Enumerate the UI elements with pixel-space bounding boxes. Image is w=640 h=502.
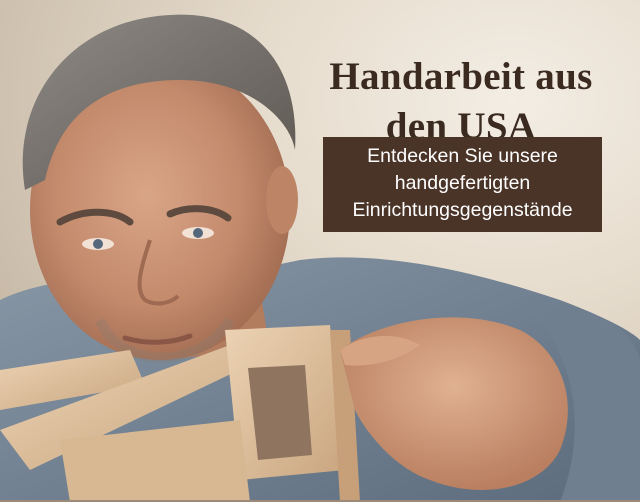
left-iris: [93, 239, 103, 249]
promo-banner[interactable]: Handarbeit aus den USA Entdecken Sie uns…: [0, 0, 640, 502]
cta-line-1: Entdecken Sie unsere: [367, 145, 558, 167]
right-iris: [193, 228, 203, 238]
ear: [266, 166, 298, 234]
discover-button[interactable]: Entdecken Sie unsere handgefertigten Ein…: [323, 137, 602, 232]
headline-line-1: Handarbeit aus: [329, 55, 593, 99]
cta-line-2: handgefertigten: [394, 172, 531, 194]
cta-line-3: Einrichtungsgegenstände: [352, 199, 573, 221]
